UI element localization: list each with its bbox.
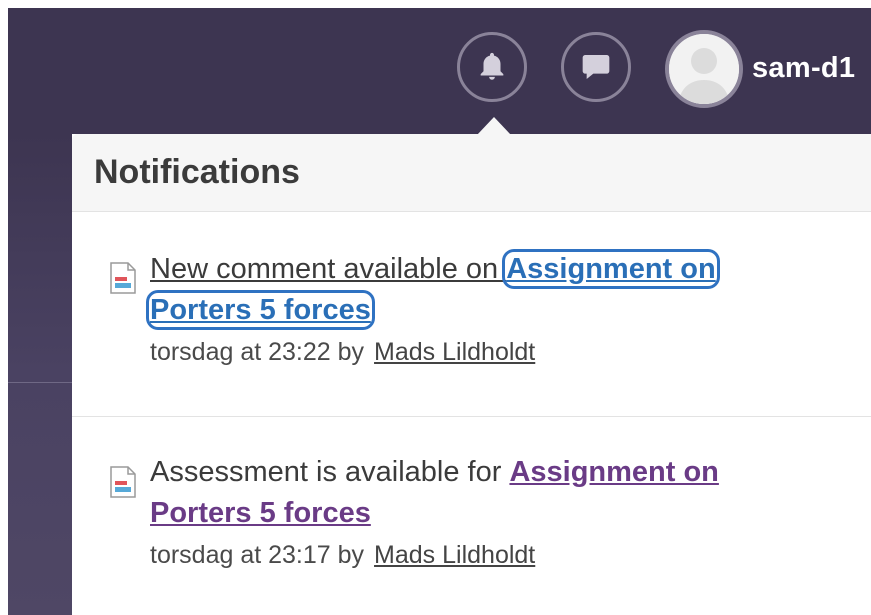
notification-time: torsdag at 23:17 by bbox=[150, 541, 365, 569]
notification-time: torsdag at 23:22 by bbox=[150, 338, 365, 366]
notifications-title: Notifications bbox=[94, 153, 300, 191]
notification-meta: torsdag at 23:22 by Mads Lildholdt bbox=[150, 335, 790, 369]
notification-meta: torsdag at 23:17 by Mads Lildholdt bbox=[150, 538, 790, 572]
sidebar-divider bbox=[8, 382, 72, 383]
notification-message: New comment available on bbox=[150, 253, 507, 285]
dropdown-caret bbox=[477, 117, 511, 135]
notification-item[interactable]: New comment available on Assignment on P… bbox=[72, 212, 871, 417]
notifications-header: Notifications bbox=[72, 134, 871, 212]
username-label[interactable]: sam-d1 bbox=[752, 52, 855, 85]
document-icon bbox=[110, 262, 136, 294]
author-link[interactable]: Mads Lildholdt bbox=[374, 338, 535, 366]
notification-item[interactable]: Assessment is available for Assignment o… bbox=[72, 418, 871, 615]
avatar-silhouette-icon bbox=[669, 34, 739, 104]
notifications-panel: Notifications New comment available on A… bbox=[72, 134, 871, 615]
user-avatar[interactable] bbox=[665, 30, 743, 108]
notification-text: Assessment is available for Assignment o… bbox=[150, 452, 790, 572]
notification-text: New comment available on Assignment on P… bbox=[146, 249, 790, 369]
messages-button[interactable] bbox=[561, 32, 631, 102]
document-icon bbox=[110, 466, 136, 498]
notification-message: Assessment is available for bbox=[150, 456, 510, 488]
chat-bubble-icon bbox=[582, 55, 610, 79]
author-link[interactable]: Mads Lildholdt bbox=[374, 541, 535, 569]
bell-icon bbox=[480, 52, 504, 80]
notifications-button[interactable] bbox=[457, 32, 527, 102]
sidebar-strip bbox=[8, 134, 72, 615]
